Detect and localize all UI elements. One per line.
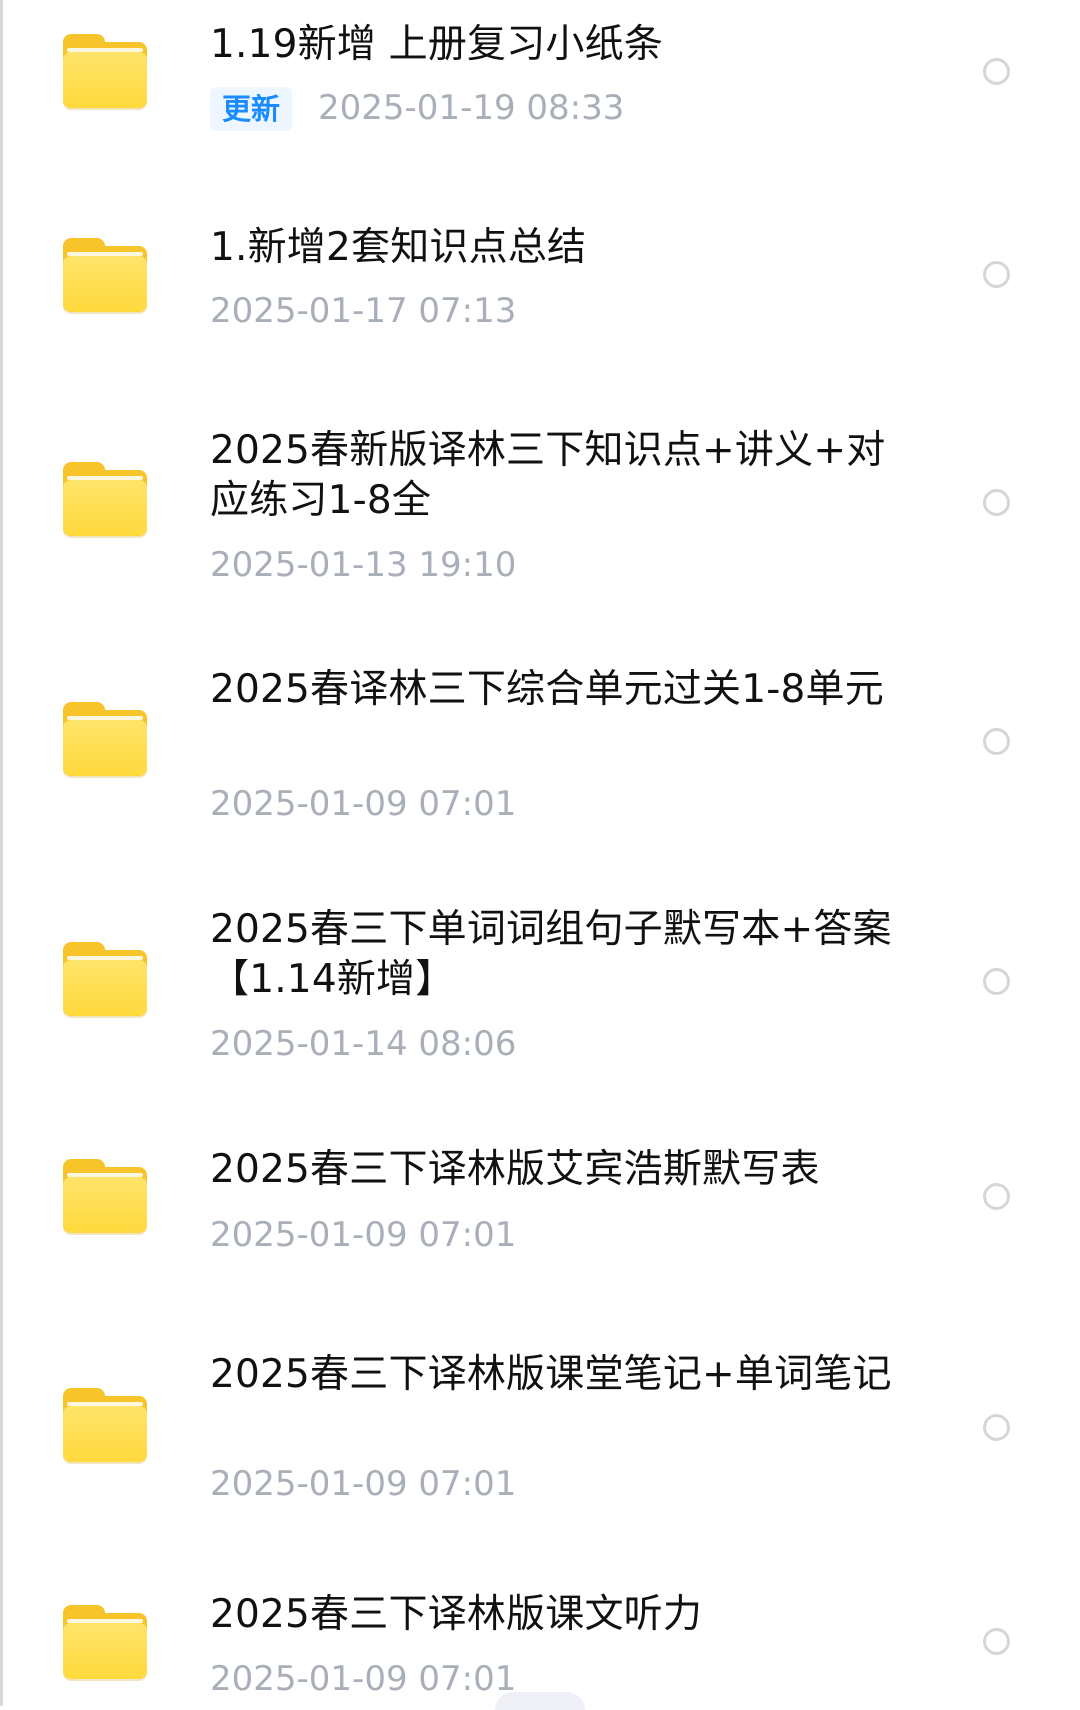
file-meta: 更新 2025-01-19 08:33 bbox=[210, 86, 625, 131]
file-name: 1.19新增 上册复习小纸条 bbox=[210, 22, 664, 67]
file-date: 2025-01-14 08:06 bbox=[210, 1024, 517, 1064]
file-name: 2025春译林三下综合单元过关1-8单元 bbox=[210, 667, 884, 712]
file-date: 2025-01-17 07:13 bbox=[210, 291, 517, 331]
select-radio[interactable] bbox=[983, 1628, 1010, 1655]
file-list: 1.19新增 上册复习小纸条 更新 2025-01-19 08:33 1.新增2套… bbox=[0, 0, 1080, 1706]
folder-icon bbox=[63, 942, 147, 1016]
file-meta: 2025-01-09 07:01 bbox=[210, 782, 516, 826]
file-date: 2025-01-19 08:33 bbox=[318, 88, 625, 128]
file-row[interactable]: 2025春三下译林版课文听力 2025-01-09 07:01 bbox=[0, 1590, 1080, 1706]
select-radio[interactable] bbox=[983, 728, 1010, 755]
file-meta: 2025-01-17 07:13 bbox=[210, 289, 516, 333]
select-radio[interactable] bbox=[983, 1414, 1010, 1441]
file-row[interactable]: 2025春三下单词词组句子默写本+答案【1.14新增】 2025-01-14 0… bbox=[0, 895, 1080, 1135]
file-row[interactable]: 1.19新增 上册复习小纸条 更新 2025-01-19 08:33 bbox=[0, 0, 1080, 205]
select-radio[interactable] bbox=[983, 489, 1010, 516]
file-date: 2025-01-09 07:01 bbox=[210, 1659, 517, 1699]
select-radio[interactable] bbox=[983, 261, 1010, 288]
folder-icon bbox=[63, 462, 147, 536]
file-date: 2025-01-13 19:10 bbox=[210, 545, 517, 585]
folder-icon bbox=[63, 1605, 147, 1679]
folder-icon bbox=[63, 702, 147, 776]
select-radio[interactable] bbox=[983, 968, 1010, 995]
file-row[interactable]: 2025春新版译林三下知识点+讲义+对应练习1-8全 2025-01-13 19… bbox=[0, 415, 1080, 655]
file-name: 1.新增2套知识点总结 bbox=[210, 225, 587, 270]
file-name: 2025春三下译林版课堂笔记+单词笔记 bbox=[210, 1352, 892, 1397]
file-meta: 2025-01-09 07:01 bbox=[210, 1213, 516, 1257]
file-name: 2025春三下译林版课文听力 bbox=[210, 1592, 703, 1637]
file-name: 2025春三下单词词组句子默写本+答案【1.14新增】 bbox=[210, 907, 892, 1002]
file-row[interactable]: 1.新增2套知识点总结 2025-01-17 07:13 bbox=[0, 205, 1080, 415]
file-date: 2025-01-09 07:01 bbox=[210, 784, 517, 824]
file-date: 2025-01-09 07:01 bbox=[210, 1215, 517, 1255]
file-meta: 2025-01-09 07:01 bbox=[210, 1657, 516, 1701]
floating-button-edge bbox=[495, 1692, 585, 1710]
folder-icon bbox=[63, 1388, 147, 1462]
file-meta: 2025-01-13 19:10 bbox=[210, 543, 516, 587]
update-badge: 更新 bbox=[210, 87, 293, 131]
file-meta: 2025-01-14 08:06 bbox=[210, 1022, 516, 1066]
file-row[interactable]: 2025春译林三下综合单元过关1-8单元 2025-01-09 07:01 bbox=[0, 655, 1080, 895]
file-row[interactable]: 2025春三下译林版课堂笔记+单词笔记 2025-01-09 07:01 bbox=[0, 1350, 1080, 1590]
file-name: 2025春新版译林三下知识点+讲义+对应练习1-8全 bbox=[210, 428, 886, 523]
folder-icon bbox=[63, 34, 147, 108]
select-radio[interactable] bbox=[983, 1183, 1010, 1210]
file-meta: 2025-01-09 07:01 bbox=[210, 1462, 516, 1506]
folder-icon bbox=[63, 1159, 147, 1233]
file-name: 2025春三下译林版艾宾浩斯默写表 bbox=[210, 1147, 820, 1192]
select-radio[interactable] bbox=[983, 58, 1010, 85]
file-row[interactable]: 2025春三下译林版艾宾浩斯默写表 2025-01-09 07:01 bbox=[0, 1135, 1080, 1350]
file-date: 2025-01-09 07:01 bbox=[210, 1464, 517, 1504]
folder-icon bbox=[63, 238, 147, 312]
